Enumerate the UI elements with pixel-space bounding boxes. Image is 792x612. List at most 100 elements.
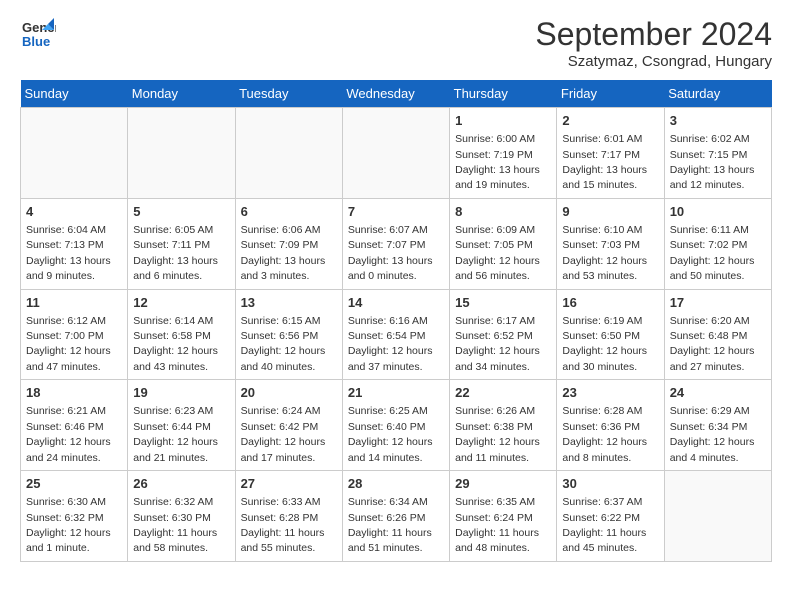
week-row-4: 25 Sunrise: 6:30 AMSunset: 6:32 PMDayligh… (21, 471, 772, 562)
day-cell (21, 108, 128, 199)
day-number: 2 (562, 112, 658, 130)
day-info: Sunrise: 6:00 AMSunset: 7:19 PMDaylight:… (455, 133, 540, 191)
month-title: September 2024 (535, 16, 772, 53)
week-row-1: 4 Sunrise: 6:04 AMSunset: 7:13 PMDaylight… (21, 198, 772, 289)
day-cell: 27Sunrise: 6:33 AMSunset: 6:28 PMDayligh… (235, 471, 342, 562)
day-cell: 1Sunrise: 6:00 AMSunset: 7:19 PMDaylight… (450, 108, 557, 199)
week-row-3: 18 Sunrise: 6:21 AMSunset: 6:46 PMDayligh… (21, 380, 772, 471)
day-number: 19 (133, 384, 229, 402)
day-info: Sunrise: 6:17 AMSunset: 6:52 PMDaylight:… (455, 315, 540, 373)
day-cell: 11 Sunrise: 6:12 AMSunset: 7:00 PMDayligh… (21, 289, 128, 380)
day-info: Sunrise: 6:35 AMSunset: 6:24 PMDaylight:… (455, 496, 539, 554)
day-number: 4 (26, 203, 122, 221)
day-info: Sunrise: 6:16 AMSunset: 6:54 PMDaylight:… (348, 315, 433, 373)
day-info: Sunrise: 6:23 AMSunset: 6:44 PMDaylight:… (133, 405, 218, 463)
day-info: Sunrise: 6:20 AMSunset: 6:48 PMDaylight:… (670, 315, 755, 373)
calendar-table: Sunday Monday Tuesday Wednesday Thursday… (20, 80, 772, 562)
day-info: Sunrise: 6:29 AMSunset: 6:34 PMDaylight:… (670, 405, 755, 463)
day-cell: 25 Sunrise: 6:30 AMSunset: 6:32 PMDayligh… (21, 471, 128, 562)
calendar-body: 1Sunrise: 6:00 AMSunset: 7:19 PMDaylight… (21, 108, 772, 562)
day-number: 11 (26, 294, 122, 312)
logo-icon: General Blue (20, 16, 56, 52)
day-info: Sunrise: 6:12 AMSunset: 7:00 PMDaylight:… (26, 315, 111, 373)
day-cell: 19 Sunrise: 6:23 AMSunset: 6:44 PMDayligh… (128, 380, 235, 471)
day-number: 3 (670, 112, 766, 130)
day-info: Sunrise: 6:15 AMSunset: 6:56 PMDaylight:… (241, 315, 326, 373)
day-cell: 26Sunrise: 6:32 AMSunset: 6:30 PMDayligh… (128, 471, 235, 562)
day-info: Sunrise: 6:09 AMSunset: 7:05 PMDaylight:… (455, 224, 540, 282)
day-cell: 23 Sunrise: 6:28 AMSunset: 6:36 PMDayligh… (557, 380, 664, 471)
day-number: 29 (455, 475, 551, 493)
day-cell: 21 Sunrise: 6:25 AMSunset: 6:40 PMDayligh… (342, 380, 449, 471)
day-cell: 4 Sunrise: 6:04 AMSunset: 7:13 PMDaylight… (21, 198, 128, 289)
day-cell: 3Sunrise: 6:02 AMSunset: 7:15 PMDaylight… (664, 108, 771, 199)
day-number: 28 (348, 475, 444, 493)
day-number: 26 (133, 475, 229, 493)
day-cell: 10Sunrise: 6:11 AMSunset: 7:02 PMDayligh… (664, 198, 771, 289)
day-cell: 9 Sunrise: 6:10 AMSunset: 7:03 PMDaylight… (557, 198, 664, 289)
day-number: 8 (455, 203, 551, 221)
day-info: Sunrise: 6:28 AMSunset: 6:36 PMDaylight:… (562, 405, 647, 463)
day-cell: 15Sunrise: 6:17 AMSunset: 6:52 PMDayligh… (450, 289, 557, 380)
day-number: 23 (562, 384, 658, 402)
day-cell (235, 108, 342, 199)
col-wednesday: Wednesday (342, 80, 449, 108)
day-number: 7 (348, 203, 444, 221)
day-cell: 29 Sunrise: 6:35 AMSunset: 6:24 PMDayligh… (450, 471, 557, 562)
day-cell: 5Sunrise: 6:05 AMSunset: 7:11 PMDaylight… (128, 198, 235, 289)
day-number: 16 (562, 294, 658, 312)
svg-text:Blue: Blue (22, 34, 50, 49)
day-info: Sunrise: 6:24 AMSunset: 6:42 PMDaylight:… (241, 405, 326, 463)
day-cell: 24Sunrise: 6:29 AMSunset: 6:34 PMDayligh… (664, 380, 771, 471)
page-header: General Blue September 2024 Szatymaz, Cs… (20, 16, 772, 70)
logo: General Blue (20, 16, 56, 52)
day-number: 21 (348, 384, 444, 402)
day-cell: 28 Sunrise: 6:34 AMSunset: 6:26 PMDayligh… (342, 471, 449, 562)
col-thursday: Thursday (450, 80, 557, 108)
day-info: Sunrise: 6:37 AMSunset: 6:22 PMDaylight:… (562, 496, 646, 554)
day-cell: 20Sunrise: 6:24 AMSunset: 6:42 PMDayligh… (235, 380, 342, 471)
day-info: Sunrise: 6:34 AMSunset: 6:26 PMDaylight:… (348, 496, 432, 554)
day-info: Sunrise: 6:19 AMSunset: 6:50 PMDaylight:… (562, 315, 647, 373)
day-info: Sunrise: 6:21 AMSunset: 6:46 PMDaylight:… (26, 405, 111, 463)
col-monday: Monday (128, 80, 235, 108)
day-info: Sunrise: 6:11 AMSunset: 7:02 PMDaylight:… (670, 224, 755, 282)
day-cell: 30 Sunrise: 6:37 AMSunset: 6:22 PMDayligh… (557, 471, 664, 562)
day-number: 22 (455, 384, 551, 402)
day-info: Sunrise: 6:30 AMSunset: 6:32 PMDaylight:… (26, 496, 111, 554)
day-info: Sunrise: 6:10 AMSunset: 7:03 PMDaylight:… (562, 224, 647, 282)
day-cell (664, 471, 771, 562)
day-info: Sunrise: 6:04 AMSunset: 7:13 PMDaylight:… (26, 224, 111, 282)
day-number: 9 (562, 203, 658, 221)
day-number: 30 (562, 475, 658, 493)
location-title: Szatymaz, Csongrad, Hungary (535, 53, 772, 70)
day-info: Sunrise: 6:14 AMSunset: 6:58 PMDaylight:… (133, 315, 218, 373)
day-cell: 18 Sunrise: 6:21 AMSunset: 6:46 PMDayligh… (21, 380, 128, 471)
col-sunday: Sunday (21, 80, 128, 108)
day-number: 5 (133, 203, 229, 221)
day-number: 18 (26, 384, 122, 402)
day-number: 17 (670, 294, 766, 312)
day-cell: 7 Sunrise: 6:07 AMSunset: 7:07 PMDaylight… (342, 198, 449, 289)
day-info: Sunrise: 6:06 AMSunset: 7:09 PMDaylight:… (241, 224, 326, 282)
day-info: Sunrise: 6:33 AMSunset: 6:28 PMDaylight:… (241, 496, 325, 554)
day-cell: 14Sunrise: 6:16 AMSunset: 6:54 PMDayligh… (342, 289, 449, 380)
day-cell: 16 Sunrise: 6:19 AMSunset: 6:50 PMDayligh… (557, 289, 664, 380)
day-cell: 12 Sunrise: 6:14 AMSunset: 6:58 PMDayligh… (128, 289, 235, 380)
day-info: Sunrise: 6:07 AMSunset: 7:07 PMDaylight:… (348, 224, 433, 282)
day-cell: 22 Sunrise: 6:26 AMSunset: 6:38 PMDayligh… (450, 380, 557, 471)
col-friday: Friday (557, 80, 664, 108)
day-cell: 17 Sunrise: 6:20 AMSunset: 6:48 PMDayligh… (664, 289, 771, 380)
day-cell: 8 Sunrise: 6:09 AMSunset: 7:05 PMDaylight… (450, 198, 557, 289)
day-info: Sunrise: 6:26 AMSunset: 6:38 PMDaylight:… (455, 405, 540, 463)
day-cell: 2Sunrise: 6:01 AMSunset: 7:17 PMDaylight… (557, 108, 664, 199)
day-number: 13 (241, 294, 337, 312)
day-number: 12 (133, 294, 229, 312)
day-info: Sunrise: 6:25 AMSunset: 6:40 PMDaylight:… (348, 405, 433, 463)
col-saturday: Saturday (664, 80, 771, 108)
week-row-2: 11 Sunrise: 6:12 AMSunset: 7:00 PMDayligh… (21, 289, 772, 380)
day-number: 25 (26, 475, 122, 493)
col-tuesday: Tuesday (235, 80, 342, 108)
day-cell (128, 108, 235, 199)
week-row-0: 1Sunrise: 6:00 AMSunset: 7:19 PMDaylight… (21, 108, 772, 199)
